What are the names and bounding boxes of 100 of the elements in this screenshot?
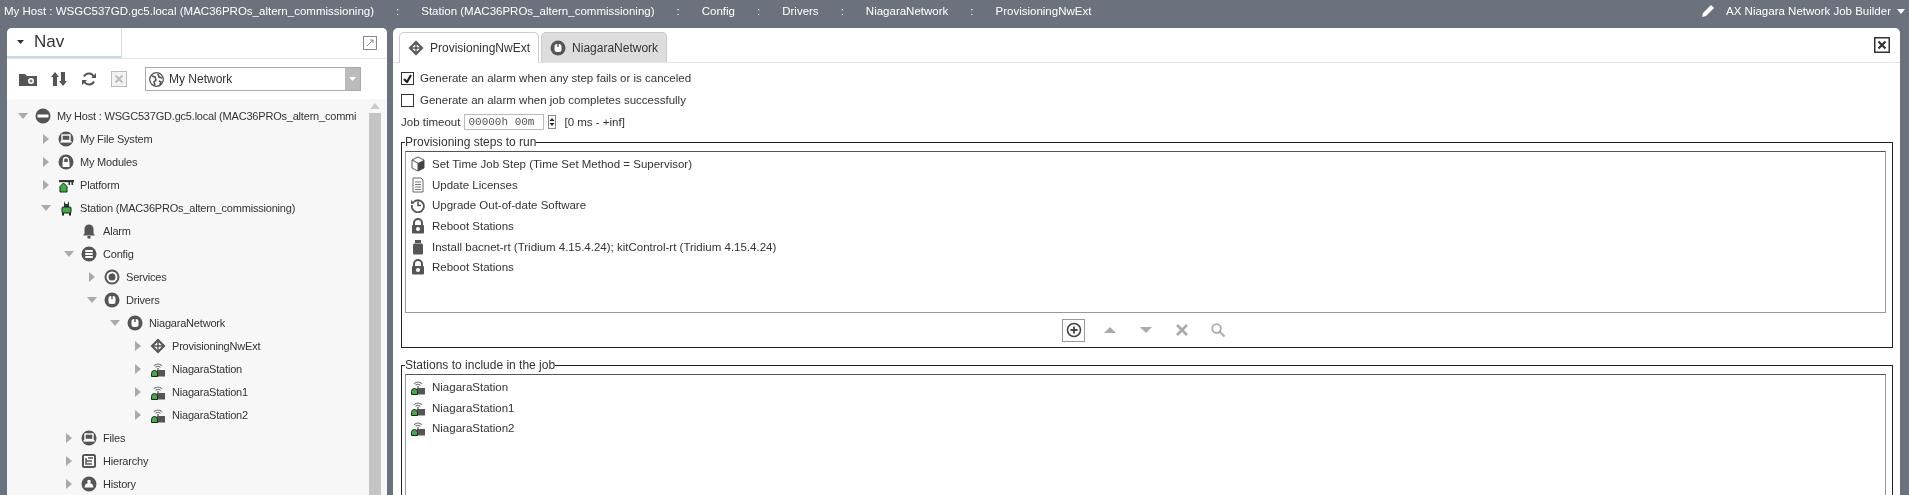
list-item[interactable]: NiagaraStation1 [432,401,515,414]
station-antenna-icon [150,406,166,423]
refresh-icon[interactable] [81,71,97,87]
timeout-field[interactable]: 00000h 00m [464,114,545,130]
tree-item-label[interactable]: Alarm [103,224,131,237]
checkbox[interactable] [401,71,414,85]
tree-toggle-icon[interactable] [135,409,141,420]
list-item[interactable]: Set Time Job Step (Time Set Method = Supervisor) [432,158,693,171]
jar-icon [410,238,426,255]
tree-toggle-icon[interactable] [43,133,49,144]
breadcrumb-link[interactable]: My Host : WSGC537GD.gc5.local (MAC36PROs_altern_commissioning) [4,5,375,17]
toolbar-button[interactable] [1062,318,1085,342]
tree-item-label[interactable]: Files [103,431,126,444]
tree-toggle-icon[interactable] [87,296,97,303]
caret-icon [349,77,356,81]
tree-toggle-icon[interactable] [66,432,72,443]
station-antenna-icon [410,379,426,396]
maximize-icon[interactable] [363,36,377,50]
tree-toggle-icon[interactable] [43,179,49,190]
list-item[interactable]: Reboot Stations [432,220,514,233]
tree-toggle-icon[interactable] [135,386,141,397]
scope-dropdown[interactable]: My Network [145,67,361,91]
tree-toggle-icon[interactable] [64,250,74,257]
cube-icon [410,156,426,173]
breadcrumb-separator: : [840,5,844,17]
range-text: [0 ms - +inf] [564,116,625,128]
list-item[interactable]: Upgrade Out-of-date Software [432,199,587,212]
list-item[interactable]: Update Licenses [432,178,518,191]
tree-item-label[interactable]: ProvisioningNwExt [172,339,261,352]
station-antenna-icon [150,383,166,400]
tree-item-label[interactable]: Station (MAC36PROs_altern_commissioning) [80,201,296,214]
breadcrumb-link[interactable]: ProvisioningNwExt [995,5,1092,17]
tree-toggle-icon[interactable] [66,478,72,489]
breadcrumb-link[interactable]: Config [701,5,735,17]
scroll-up-icon[interactable] [370,103,380,109]
station-antenna-icon [410,420,426,437]
add-circle-icon [1065,322,1082,338]
padlock-icon [410,259,426,276]
breadcrumb-link[interactable]: Drivers [782,5,819,17]
tree-item-label[interactable]: My File System [80,132,153,145]
checkbox-label: Generate an alarm when any step fails or is canceled [420,72,692,84]
tree-toggle-icon[interactable] [18,112,28,119]
tree-toggle-icon[interactable] [110,319,120,326]
padlock-icon [410,218,426,235]
tree-item-label[interactable]: Platform [80,178,120,191]
tree-item-label[interactable]: Hierarchy [103,454,149,467]
history-arrow-icon [410,197,426,214]
list-item[interactable]: NiagaraStation [432,381,509,394]
close-icon[interactable] [1874,37,1890,53]
tree-item-label[interactable]: Config [103,247,134,260]
station-antenna-icon [150,360,166,377]
tree-toggle-icon[interactable] [43,156,49,167]
list-item[interactable]: NiagaraStation2 [432,422,515,435]
padlock-icon [58,153,74,170]
breadcrumb-separator: : [396,5,400,17]
search-icon [1209,322,1226,338]
breadcrumb-link[interactable]: Station (MAC36PROs_altern_commissioning) [421,5,655,17]
database-icon [81,245,97,262]
breadcrumb-separator: : [757,5,761,17]
new-folder-icon[interactable] [19,72,37,86]
tree-item-label[interactable]: NiagaraStation [172,362,242,375]
tree-toggle-icon[interactable] [135,363,141,374]
hierarchy-icon [81,452,97,469]
tree-toggle-icon[interactable] [89,271,95,282]
sort-arrows-icon[interactable] [51,71,67,87]
globe-icon [149,71,164,87]
driver-icon [104,291,120,308]
breadcrumb-link[interactable]: NiagaraNetwork [865,5,949,17]
tree-item-label[interactable]: My Modules [80,155,138,168]
tree-item-label[interactable]: History [103,477,136,490]
scrollbar-thumb[interactable] [369,113,381,495]
tree-toggle-icon[interactable] [66,455,72,466]
tree-toggle-icon[interactable] [41,204,51,211]
station-antenna-icon [410,399,426,416]
list-item[interactable]: Install bacnet-rt (Tridium 4.15.4.24); kitControl-rt (Tridium 4.15.4.24) [432,240,777,253]
pencil-icon[interactable] [1700,3,1717,19]
cross-icon [1173,322,1190,338]
group-title: Provisioning steps to run [405,135,537,149]
checkbox[interactable] [401,93,414,107]
crosshair-diamond-icon [150,337,166,354]
view-selector[interactable]: AX Niagara Network Job Builder [1726,5,1905,17]
breadcrumb-separator: : [970,5,974,17]
tree-item-label[interactable]: NiagaraStation2 [172,408,248,421]
check-icon [403,73,412,83]
tab[interactable]: ProvisioningNwExt [399,32,540,63]
tree-item-label[interactable]: NiagaraNetwork [149,316,226,329]
tree-item-label[interactable]: My Host : WSGC537GD.gc5.local (MAC36PROs_altern_commi [57,109,357,122]
group-title: Stations to include in the job [405,358,556,372]
spinner-icon[interactable] [548,115,557,129]
breadcrumb-separator: : [676,5,680,17]
tree-item-label[interactable]: NiagaraStation1 [172,385,248,398]
tree-toggle-icon[interactable] [135,340,141,351]
tree-item-label[interactable]: Services [126,270,167,283]
caret-icon[interactable] [17,40,24,44]
tab[interactable]: NiagaraNetwork [541,32,668,62]
driver-icon [127,314,143,331]
list-item[interactable]: Reboot Stations [432,261,514,274]
bell-icon [81,222,97,239]
tree-item-label[interactable]: Drivers [126,293,160,306]
checkbox-label: Generate an alarm when job completes successfully [420,94,686,106]
